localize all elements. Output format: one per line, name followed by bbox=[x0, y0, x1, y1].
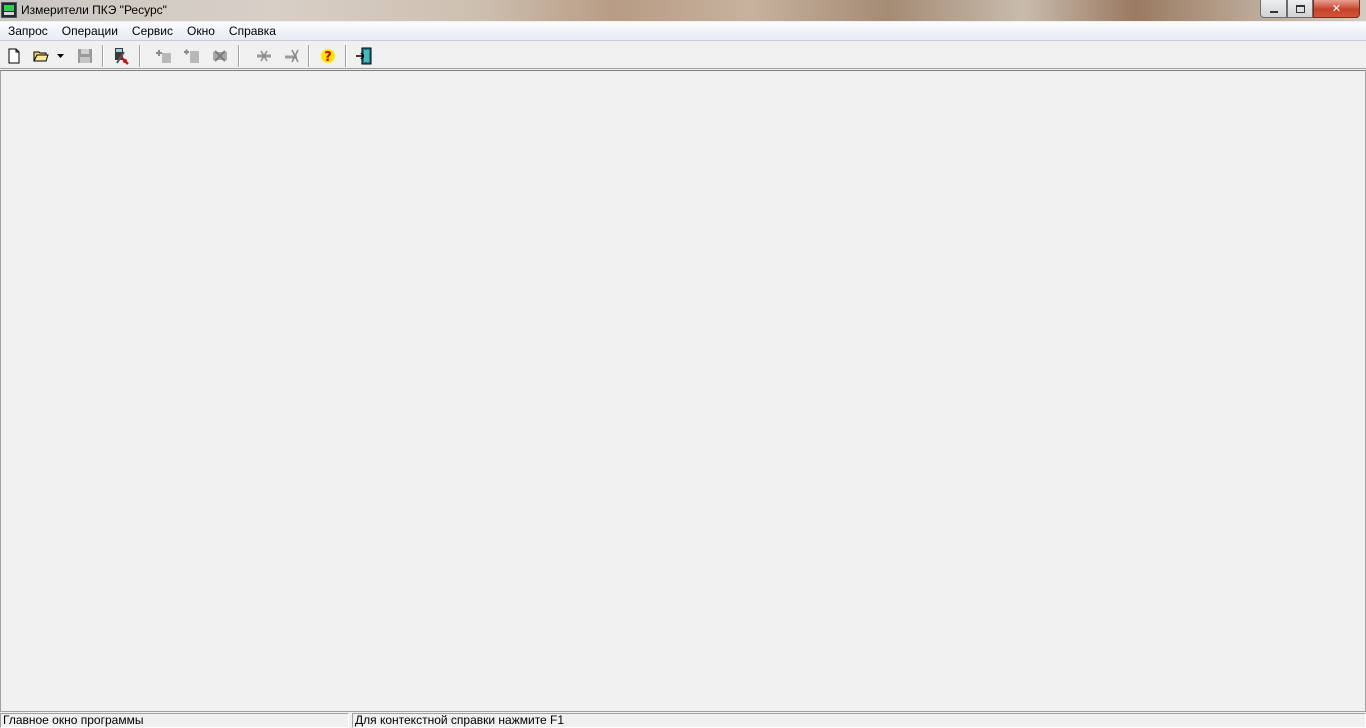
open-dropdown-button[interactable] bbox=[55, 45, 67, 67]
menu-item-servis[interactable]: Сервис bbox=[125, 22, 180, 41]
delete-record-icon bbox=[213, 50, 227, 62]
toolbar-separator bbox=[102, 45, 104, 67]
new-document-icon bbox=[8, 48, 20, 64]
svg-text:?: ? bbox=[324, 50, 332, 64]
menu-item-okno[interactable]: Окно bbox=[180, 22, 222, 41]
delete-record-button[interactable] bbox=[209, 45, 231, 67]
help-question-icon: ? bbox=[321, 49, 335, 64]
menu-item-zapros[interactable]: Запрос bbox=[1, 22, 55, 41]
toolbar-separator bbox=[238, 45, 240, 67]
status-pane-hint: Для контекстной справки нажмите F1 bbox=[352, 713, 1366, 728]
minimize-icon bbox=[1269, 10, 1278, 13]
close-button[interactable]: ✕ bbox=[1313, 0, 1360, 18]
maximize-button[interactable] bbox=[1287, 0, 1313, 18]
save-disk-icon bbox=[78, 49, 92, 63]
dropdown-arrow-icon bbox=[57, 54, 64, 58]
mdi-client-area[interactable] bbox=[0, 70, 1366, 712]
device-settings-button[interactable] bbox=[110, 45, 132, 67]
exit-door-icon bbox=[356, 47, 372, 65]
menu-item-spravka[interactable]: Справка bbox=[222, 22, 283, 41]
toolbar-separator bbox=[308, 45, 310, 67]
remove-connection-icon bbox=[285, 49, 299, 63]
close-icon: ✕ bbox=[1331, 3, 1342, 15]
toolbar-separator bbox=[345, 45, 347, 67]
open-button[interactable] bbox=[30, 45, 52, 67]
insert-record-button[interactable] bbox=[181, 45, 203, 67]
status-bar: Главное окно программы Для контекстной с… bbox=[0, 712, 1366, 728]
restore-icon bbox=[1295, 4, 1305, 13]
remove-connection-button[interactable] bbox=[281, 45, 303, 67]
menu-bar: Запрос Операции Сервис Окно Справка bbox=[0, 22, 1366, 41]
status-pane-main: Главное окно программы bbox=[0, 713, 349, 728]
add-record-button[interactable] bbox=[153, 45, 175, 67]
new-button[interactable] bbox=[3, 45, 25, 67]
disconnect-icon bbox=[257, 50, 271, 62]
minimize-button[interactable] bbox=[1260, 0, 1287, 18]
open-folder-icon bbox=[33, 51, 49, 62]
toolbar: ? bbox=[0, 42, 1366, 69]
exit-button[interactable] bbox=[353, 45, 375, 67]
title-bar[interactable]: Измерители ПКЭ "Ресурс" ✕ bbox=[0, 0, 1366, 21]
app-icon bbox=[1, 2, 17, 18]
add-record-icon bbox=[156, 50, 171, 63]
help-button[interactable]: ? bbox=[317, 45, 339, 67]
insert-record-icon bbox=[184, 49, 199, 63]
save-button[interactable] bbox=[74, 45, 96, 67]
disconnect-button[interactable] bbox=[253, 45, 275, 67]
window-title: Измерители ПКЭ "Ресурс" bbox=[21, 3, 167, 17]
device-settings-icon bbox=[115, 48, 129, 65]
toolbar-separator bbox=[139, 45, 141, 67]
menu-item-operatsii[interactable]: Операции bbox=[55, 22, 125, 41]
